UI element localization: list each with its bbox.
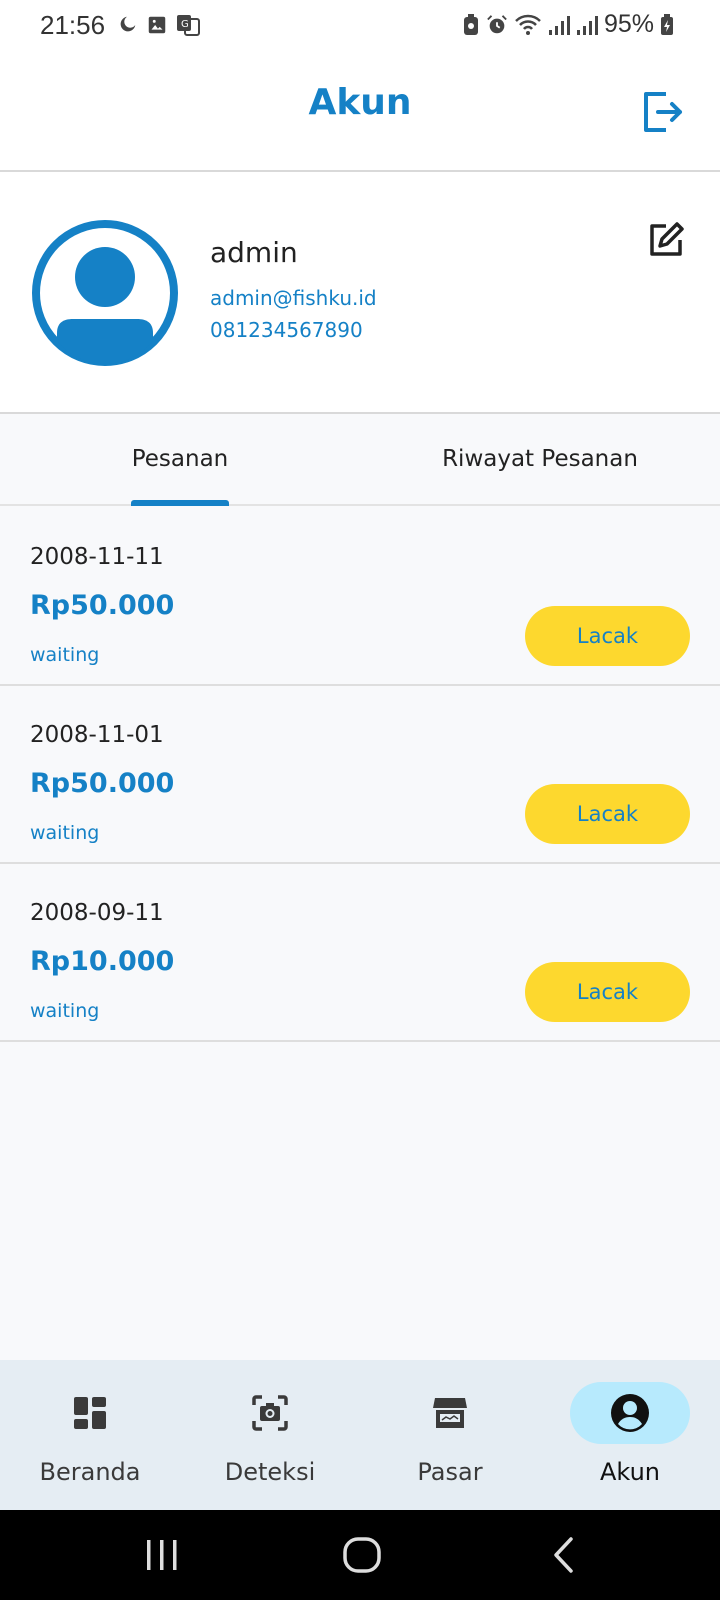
svg-text:G: G [181,19,189,30]
order-status: waiting [30,644,100,666]
order-tabs: Pesanan Riwayat Pesanan [0,414,720,506]
profile-section: admin admin@fishku.id 081234567890 [0,172,720,414]
system-navigation-bar [0,1510,720,1600]
order-status: waiting [30,822,100,844]
storefront-icon [433,1398,467,1428]
nav-label: Deteksi [224,1458,316,1486]
order-date: 2008-09-11 [30,900,164,926]
order-item: 2008-11-01 Rp50.000 waiting Lacak [0,684,720,864]
status-right-icons: 95% [462,10,674,39]
profile-email: admin@fishku.id [210,286,377,310]
order-price: Rp50.000 [30,768,175,799]
app-bar: Akun [0,52,720,172]
profile-name: admin [210,236,298,269]
order-price: Rp10.000 [30,946,175,977]
nav-label: Pasar [417,1458,483,1486]
nav-item-beranda[interactable]: Beranda [0,1360,180,1510]
bottom-navigation: Beranda Deteksi Pasar Akun [0,1360,720,1510]
camera-scan-icon [252,1395,288,1431]
home-button[interactable] [337,1530,387,1580]
alarm-icon [487,14,507,33]
edit-profile-button[interactable] [646,220,686,260]
order-item: 2008-09-11 Rp10.000 waiting Lacak [0,862,720,1042]
wifi-icon [515,14,541,35]
recent-apps-icon [147,1540,177,1570]
translate-icon: G [177,15,200,36]
signal-icon [548,15,570,35]
battery-saver-icon [463,13,478,35]
logout-button[interactable] [640,90,684,134]
tab-pesanan[interactable]: Pesanan [0,414,360,504]
moon-icon [120,16,136,32]
recent-apps-button[interactable] [137,1530,187,1580]
status-notification-icons: G [116,14,200,36]
user-placeholder-icon [32,220,178,366]
track-order-button[interactable]: Lacak [525,606,690,666]
status-time: 21:56 [40,10,106,40]
tab-riwayat-pesanan[interactable]: Riwayat Pesanan [360,414,720,504]
nav-item-akun[interactable]: Akun [540,1360,720,1510]
status-bar: 21:56 G 95% [0,0,720,52]
profile-phone: 081234567890 [210,318,363,342]
battery-icon [661,13,673,35]
order-list: 2008-11-11 Rp50.000 waiting Lacak 2008-1… [0,506,720,1360]
nav-item-pasar[interactable]: Pasar [360,1360,540,1510]
back-button[interactable] [540,1530,590,1580]
back-icon [554,1537,573,1573]
signal-icon-2 [576,15,598,35]
track-order-button[interactable]: Lacak [525,784,690,844]
edit-icon [650,222,684,256]
dashboard-icon [74,1397,106,1429]
order-status: waiting [30,1000,100,1022]
nav-label: Beranda [39,1458,141,1486]
image-icon [148,16,166,34]
nav-label: Akun [600,1458,660,1486]
order-price: Rp50.000 [30,590,175,621]
battery-percent: 95% [603,10,654,38]
nav-item-deteksi[interactable]: Deteksi [180,1360,360,1510]
order-date: 2008-11-01 [30,722,164,748]
logout-icon [644,92,682,132]
page-title: Akun [308,82,412,123]
avatar [30,218,180,368]
order-item: 2008-11-11 Rp50.000 waiting Lacak [0,506,720,686]
order-date: 2008-11-11 [30,544,164,570]
account-circle-icon [611,1394,649,1432]
home-icon [343,1537,381,1573]
track-order-button[interactable]: Lacak [525,962,690,1022]
